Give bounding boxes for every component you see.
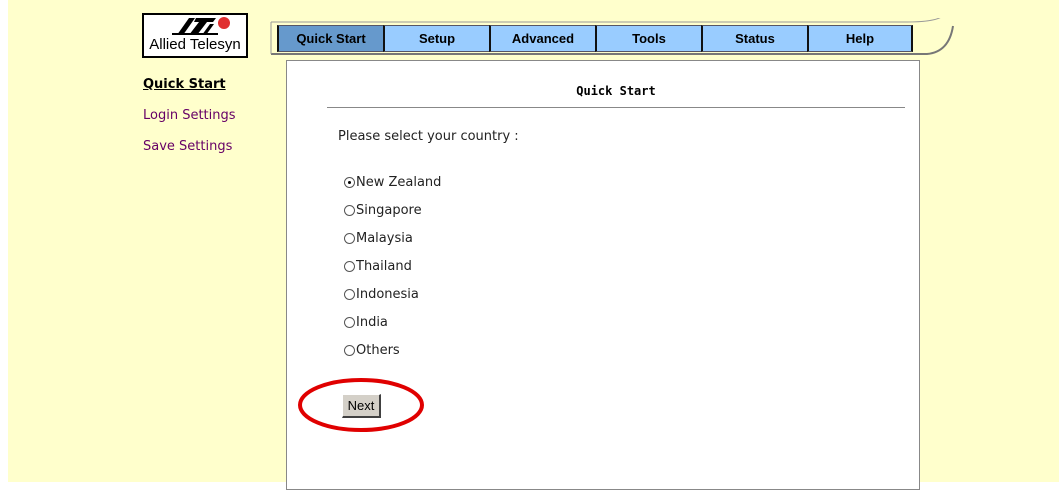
country-radio-group: New Zealand Singapore Malaysia Thailand …: [344, 175, 441, 371]
sidebar-item-quick-start[interactable]: Quick Start: [143, 76, 283, 107]
title-divider: [327, 107, 905, 108]
radio-button-icon[interactable]: [344, 345, 355, 356]
page-background: Allied Telesyn Quick Start Setup Advance…: [8, 0, 1059, 490]
country-option-malaysia[interactable]: Malaysia: [344, 231, 441, 259]
top-navigation: Quick Start Setup Advanced Tools Status …: [267, 18, 955, 56]
country-label: Malaysia: [356, 231, 413, 246]
tab-quick-start[interactable]: Quick Start: [277, 25, 383, 52]
country-option-others[interactable]: Others: [344, 343, 441, 371]
country-label: India: [356, 315, 388, 330]
radio-button-icon[interactable]: [344, 205, 355, 216]
country-option-thailand[interactable]: Thailand: [344, 259, 441, 287]
country-label: Singapore: [356, 203, 422, 218]
country-option-new-zealand[interactable]: New Zealand: [344, 175, 441, 203]
tab-setup[interactable]: Setup: [383, 25, 489, 52]
tab-tools[interactable]: Tools: [595, 25, 701, 52]
sidebar-item-save-settings[interactable]: Save Settings: [143, 138, 283, 169]
highlight-ellipse: [298, 378, 424, 432]
tab-help[interactable]: Help: [807, 25, 913, 52]
tab-status[interactable]: Status: [701, 25, 807, 52]
radio-button-icon[interactable]: [344, 317, 355, 328]
radio-button-icon[interactable]: [344, 233, 355, 244]
country-label: Indonesia: [356, 287, 419, 302]
sidebar: Quick Start Login Settings Save Settings: [143, 76, 283, 169]
radio-button-icon[interactable]: [344, 177, 355, 188]
country-label: Others: [356, 343, 400, 358]
radio-button-icon[interactable]: [344, 261, 355, 272]
radio-button-icon[interactable]: [344, 289, 355, 300]
country-prompt: Please select your country :: [338, 129, 519, 144]
country-label: Thailand: [356, 259, 412, 274]
sidebar-item-login-settings[interactable]: Login Settings: [143, 107, 283, 138]
country-label: New Zealand: [356, 175, 442, 190]
country-option-indonesia[interactable]: Indonesia: [344, 287, 441, 315]
brand-name: Allied Telesyn: [149, 36, 241, 53]
tab-advanced[interactable]: Advanced: [489, 25, 595, 52]
country-option-singapore[interactable]: Singapore: [344, 203, 441, 231]
country-option-india[interactable]: India: [344, 315, 441, 343]
page-title: Quick Start: [576, 84, 656, 98]
brand-logo: Allied Telesyn: [142, 13, 248, 58]
